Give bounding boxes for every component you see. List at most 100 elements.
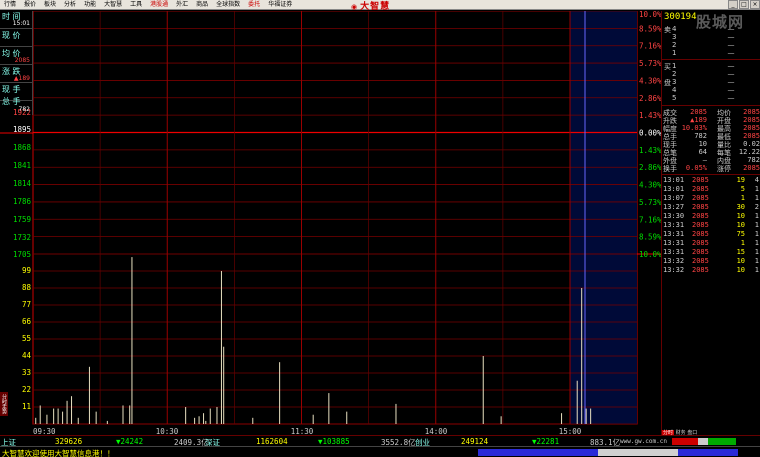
menu-item-forex[interactable]: 外汇	[172, 0, 192, 10]
percent-axis-label: 4.30%	[639, 76, 662, 85]
close-icon[interactable]: ×	[750, 0, 760, 9]
menu-item-global-index[interactable]: 全球指数	[212, 0, 244, 10]
tick-price: 2085	[692, 212, 709, 220]
site-url[interactable]: www.gw.com.cn	[620, 438, 667, 445]
lp-price-label: 现 价	[2, 31, 21, 40]
stat-row: 成交 2085 均价 2085	[662, 108, 760, 117]
sh-value: 329626	[55, 437, 83, 446]
index-status-bar: 上证 329626 ▼24242 2409.3亿 深证 1162604 ▼103…	[0, 435, 760, 447]
tick-price: 2085	[692, 248, 709, 256]
time-axis-label: 11:30	[291, 427, 314, 435]
volume-bar	[223, 346, 225, 424]
stat-value: 10.03%	[681, 124, 707, 132]
volume-bar	[220, 271, 222, 424]
tick-count: 1	[754, 221, 759, 229]
volume-bar	[198, 416, 200, 424]
progress-segment-gray	[598, 449, 678, 456]
percent-axis-label: 1.43%	[639, 111, 662, 120]
tick-count: 1	[754, 266, 759, 274]
volume-bar	[194, 417, 196, 424]
volume-bar	[185, 407, 187, 424]
buy-1-value: —	[727, 62, 735, 70]
percent-axis-label: 2.86%	[639, 94, 662, 103]
stat-row: 换手 0.05% 涨停 2085	[662, 164, 760, 173]
stat-value: 10	[698, 140, 707, 148]
tick-time: 13:32	[663, 257, 685, 265]
percent-axis-label: 5.73%	[639, 198, 662, 207]
tick-volume: 10	[736, 266, 745, 274]
menu-item-tools[interactable]: 工具	[126, 0, 146, 10]
tick-time: 13:07	[663, 194, 685, 202]
volume-bar	[209, 408, 211, 424]
tick-row: 13:31 2085 15 1	[662, 248, 760, 257]
menu-item-function[interactable]: 功能	[80, 0, 100, 10]
menu-item-dzh[interactable]: 大智慧	[100, 0, 126, 10]
maximize-icon[interactable]: □	[739, 0, 749, 9]
menu-item-sector[interactable]: 板块	[40, 0, 60, 10]
time-axis-label: 09:30	[33, 427, 56, 435]
volume-axis-label: 44	[22, 351, 32, 360]
volume-bar	[35, 417, 37, 424]
buy-5-value: —	[727, 94, 735, 102]
intraday-chart[interactable]: 192218951868184118141786175917321705 10.…	[0, 11, 760, 435]
volume-bar	[252, 417, 254, 424]
percent-axis-label: 1.43%	[639, 146, 662, 155]
tick-volume: 75	[736, 230, 745, 238]
volume-axis-label: 99	[22, 266, 31, 275]
tick-price: 2085	[692, 239, 709, 247]
stat-value: 782	[694, 132, 707, 140]
volume-bar	[482, 356, 484, 424]
percent-axis-label: 4.30%	[639, 181, 662, 190]
volume-axis-label: 77	[22, 300, 31, 309]
stat-value: 2085	[743, 132, 760, 140]
left-price-axis: 192218951868184118141786175917321705	[13, 108, 32, 259]
tick-count: 4	[754, 176, 759, 184]
progress-segment-blue-2	[678, 449, 738, 456]
tick-volume: 15	[736, 248, 745, 256]
stat-row: 总笔 64 每笔 12.22	[662, 148, 760, 157]
menu-item-quote[interactable]: 行情	[0, 0, 20, 10]
tick-row: 13:31 2085 75 1	[662, 230, 760, 239]
time-axis: 09:30 10:30 11:30 14:00 15:00	[33, 427, 582, 435]
volume-axis-label: 11	[22, 402, 31, 411]
menu-item-report[interactable]: 报价	[20, 0, 40, 10]
volume-bar	[95, 411, 97, 424]
stat-row: 外盘 — 内盘 782	[662, 156, 760, 165]
tick-time: 13:31	[663, 248, 685, 256]
lp-change-value: ▲189	[13, 75, 30, 82]
welcome-message: 大智慧欢迎使用大智慧信息港！！	[2, 449, 115, 457]
volume-bar	[312, 414, 314, 424]
lp-curvol-label: 现 手	[2, 85, 21, 94]
tick-price: 2085	[692, 185, 709, 193]
volume-bar	[106, 420, 108, 424]
buy-level-1: 1	[672, 62, 677, 70]
tick-volume: 10	[736, 221, 745, 229]
minimize-icon[interactable]: _	[728, 0, 738, 9]
tick-price: 2085	[692, 266, 709, 274]
time-axis-label: 14:00	[425, 427, 448, 435]
left-info-panel: 时 间 15:01 现 价 均 价 2085 涨 跌 ▲189 现 手 总 手 …	[0, 11, 33, 115]
lp-totalvol-value: 782	[18, 106, 30, 113]
percent-axis-label: 5.73%	[639, 59, 662, 68]
price-axis-label: 1895	[13, 125, 31, 134]
menu-item-hkconnect[interactable]: 港股通	[146, 0, 172, 10]
side-tab[interactable]: 分时走势	[0, 392, 8, 416]
volume-bar	[53, 408, 55, 424]
sell-level-2: 2	[672, 41, 677, 49]
tick-volume: 19	[736, 176, 745, 184]
menu-item-trade[interactable]: 委托	[244, 0, 264, 10]
volume-bar	[346, 411, 348, 424]
volume-bar	[57, 408, 59, 424]
menu-item-broker[interactable]: 华福证券	[264, 0, 296, 10]
percent-axis-label: 10.0%	[639, 250, 662, 259]
menu-item-analysis[interactable]: 分析	[60, 0, 80, 10]
volume-bar	[279, 362, 281, 424]
stat-value: 2085	[743, 124, 760, 132]
tick-count: 2	[754, 203, 759, 211]
buy-pan-label: 盘	[664, 79, 671, 87]
progress-segment-blue	[478, 449, 598, 456]
volume-bar	[129, 405, 131, 424]
volume-bar	[46, 414, 48, 424]
menu-item-commodity[interactable]: 商品	[192, 0, 212, 10]
volume-axis-label: 33	[22, 368, 31, 377]
